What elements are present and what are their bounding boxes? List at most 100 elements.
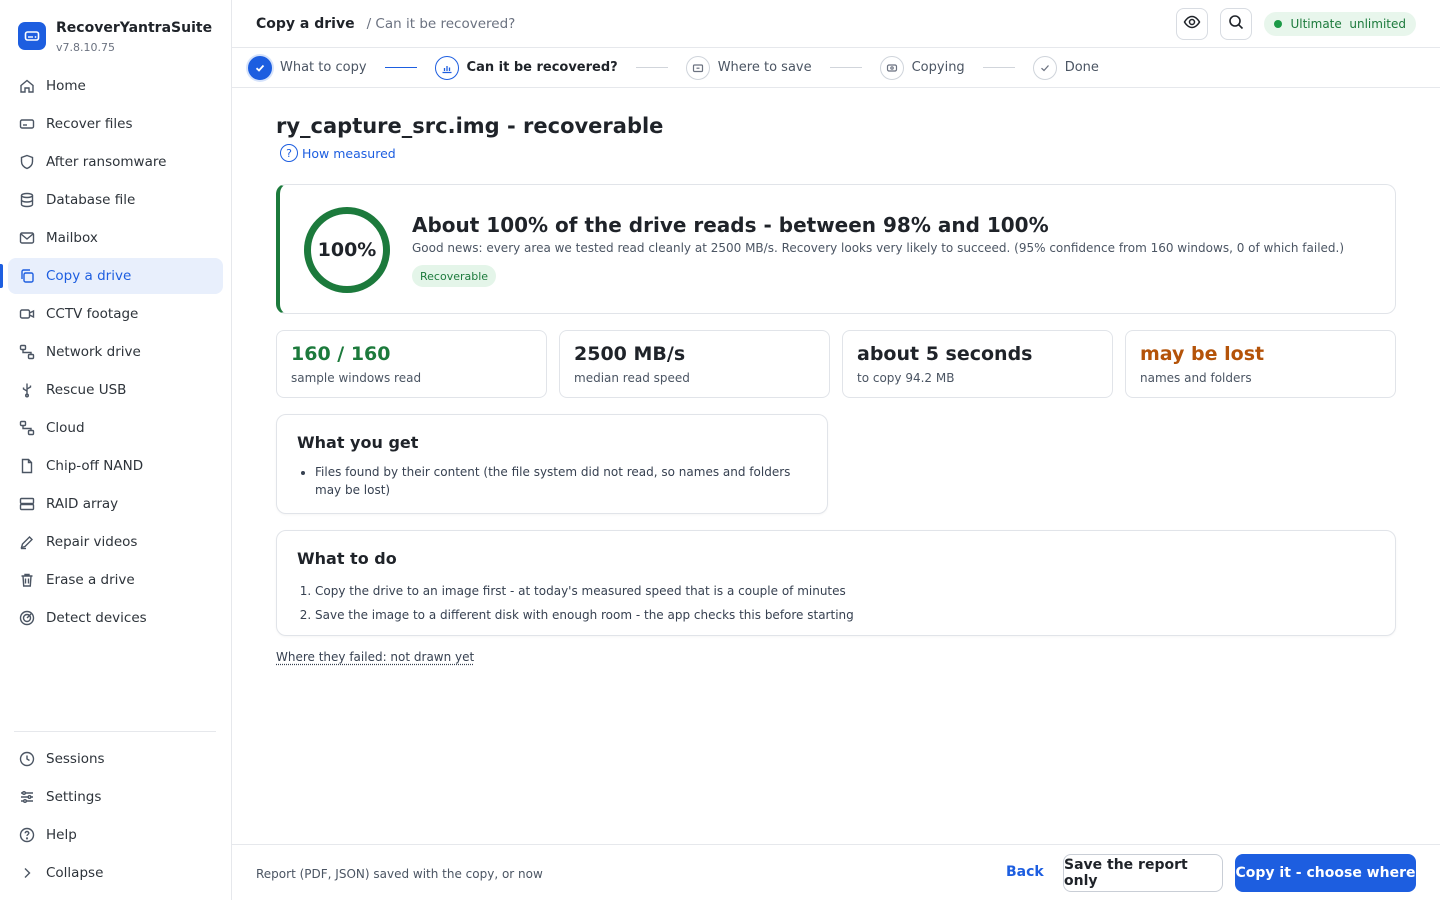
sidebar-item-after-ransomware[interactable]: After ransomware xyxy=(8,144,223,180)
step-where-to-save[interactable]: Where to save xyxy=(685,55,812,80)
sidebar-item-label: Help xyxy=(46,827,77,843)
eye-icon xyxy=(1183,13,1201,35)
card-title: What you get xyxy=(297,433,419,452)
footer-bar: Report (PDF, JSON) saved with the copy, … xyxy=(232,844,1440,900)
stat-value: may be lost xyxy=(1140,343,1265,365)
sidebar-item-mailbox[interactable]: Mailbox xyxy=(8,220,223,256)
trash-icon xyxy=(18,571,36,589)
sliders-icon xyxy=(18,788,36,806)
step-connector xyxy=(635,67,668,68)
what-to-do-card: What to do Copy the drive to an image fi… xyxy=(276,530,1396,636)
card-title: What to do xyxy=(297,549,397,568)
sidebar-item-repair-videos[interactable]: Repair videos xyxy=(8,524,223,560)
sidebar-item-label: CCTV footage xyxy=(46,306,139,322)
stat-label: to copy 94.2 MB xyxy=(857,371,955,385)
step-label: Where to save xyxy=(717,60,812,75)
stat-value: 2500 MB/s xyxy=(574,343,686,365)
folder-icon xyxy=(685,55,710,80)
where-they-failed-link[interactable]: Where they failed: not drawn yet xyxy=(276,650,474,664)
back-button[interactable]: Back xyxy=(1006,864,1044,880)
sidebar-item-label: Mailbox xyxy=(46,230,98,246)
sidebar-item-label: Chip-off NAND xyxy=(46,458,144,474)
step-copying[interactable]: Copying xyxy=(879,55,965,80)
plan-label: Ultimate unlimited xyxy=(1290,17,1406,31)
stat-label: names and folders xyxy=(1140,371,1252,385)
search-button[interactable] xyxy=(1220,8,1253,40)
clock-icon xyxy=(18,750,36,768)
sidebar-item-label: Rescue USB xyxy=(46,382,127,398)
save-report-button[interactable]: Save the report only xyxy=(1063,854,1223,892)
help-icon xyxy=(18,826,36,844)
mail-icon xyxy=(18,229,36,247)
check-circle-icon xyxy=(248,55,272,80)
breadcrumb-current: / Can it be recovered? xyxy=(366,15,516,32)
sidebar-item-label: Database file xyxy=(46,192,136,208)
sidebar-item-rescue-usb[interactable]: Rescue USB xyxy=(8,372,223,408)
raid-icon xyxy=(18,495,36,513)
sidebar-item-chip-off-nand[interactable]: Chip-off NAND xyxy=(8,448,223,484)
home-icon xyxy=(18,77,36,95)
drive-icon xyxy=(879,55,904,80)
breadcrumb-main[interactable]: Copy a drive xyxy=(256,16,355,32)
sidebar-item-settings[interactable]: Settings xyxy=(8,779,223,815)
drive-icon xyxy=(18,115,36,133)
sidebar-item-label: Settings xyxy=(46,789,102,805)
app-logo-icon xyxy=(18,22,46,50)
brand: RecoverYantraSuite v7.8.10.75 xyxy=(18,18,212,56)
step-label: Copying xyxy=(911,60,965,75)
step-label: What to copy xyxy=(280,60,367,75)
sidebar-item-home[interactable]: Home xyxy=(8,68,223,104)
search-icon xyxy=(1227,13,1245,35)
sidebar-item-database-file[interactable]: Database file xyxy=(8,182,223,218)
step-can-it-be-recovered[interactable]: Can it be recovered? xyxy=(434,55,618,80)
step-label: Done xyxy=(1064,60,1099,75)
sidebar-item-label: Repair videos xyxy=(46,534,138,550)
shield-icon xyxy=(18,153,36,171)
step-done[interactable]: Done xyxy=(1032,55,1099,80)
sidebar-item-cctv-footage[interactable]: CCTV footage xyxy=(8,296,223,332)
copy-icon xyxy=(18,267,36,285)
sidebar-item-collapse[interactable]: Collapse xyxy=(8,855,223,891)
stat-card-windows: 160 / 160 sample windows read xyxy=(276,330,547,398)
sidebar-item-copy-a-drive[interactable]: Copy a drive xyxy=(0,258,223,294)
stat-value: 160 / 160 xyxy=(291,343,391,365)
stat-card-speed: 2500 MB/s median read speed xyxy=(559,330,830,398)
sidebar-item-erase-a-drive[interactable]: Erase a drive xyxy=(8,562,223,598)
pen-icon xyxy=(18,533,36,551)
how-measured-link[interactable]: ? How measured xyxy=(280,144,396,162)
app-name: RecoverYantraSuite xyxy=(56,20,213,36)
sidebar-item-help[interactable]: Help xyxy=(8,817,223,853)
sidebar-item-label: Recover files xyxy=(46,116,133,132)
check-icon xyxy=(1032,55,1057,80)
sidebar-item-label: Erase a drive xyxy=(46,572,135,588)
plan-badge: Ultimate unlimited xyxy=(1264,12,1416,36)
database-icon xyxy=(18,191,36,209)
camera-icon xyxy=(18,305,36,323)
sidebar-item-recover-files[interactable]: Recover files xyxy=(8,106,223,142)
sidebar-item-label: Collapse xyxy=(46,865,104,881)
sidebar-item-label: After ransomware xyxy=(46,154,167,170)
app-version: v7.8.10.75 xyxy=(56,41,115,54)
help-circle-icon: ? xyxy=(280,144,298,162)
network-icon xyxy=(18,343,36,361)
step-connector xyxy=(384,67,417,68)
step-connector xyxy=(829,67,862,68)
radar-icon xyxy=(18,609,36,627)
step-what-to-copy[interactable]: What to copy xyxy=(248,55,367,80)
status-dot xyxy=(1274,20,1283,28)
copy-choose-where-button[interactable]: Copy it - choose where xyxy=(1235,854,1416,892)
sidebar-nav: Home Recover files After ransomware Data… xyxy=(0,68,223,638)
sidebar-item-network-drive[interactable]: Network drive xyxy=(8,334,223,370)
step-label: Can it be recovered? xyxy=(466,60,618,75)
sidebar-item-detect-devices[interactable]: Detect devices xyxy=(8,600,223,636)
stat-value: about 5 seconds xyxy=(857,343,1033,365)
step-connector xyxy=(982,67,1015,68)
sidebar-item-cloud[interactable]: Cloud xyxy=(8,410,223,446)
usb-icon xyxy=(18,381,36,399)
stat-label: median read speed xyxy=(574,371,690,385)
preview-button[interactable] xyxy=(1176,8,1209,40)
sidebar-item-sessions[interactable]: Sessions xyxy=(8,741,223,777)
page-title: ry_capture_src.img - recoverable xyxy=(276,114,664,138)
sidebar-item-label: Cloud xyxy=(46,420,85,436)
sidebar-item-raid-array[interactable]: RAID array xyxy=(8,486,223,522)
